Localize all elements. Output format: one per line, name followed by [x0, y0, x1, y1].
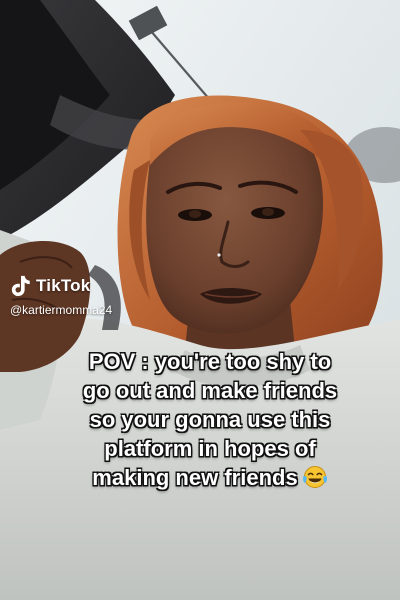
watermark-handle: @kartiermomma24 — [10, 303, 113, 317]
watermark-brand: TikTok — [36, 276, 91, 295]
face-with-tears-of-joy-icon — [302, 466, 327, 488]
tiktok-watermark: TikTok @kartiermomma24 — [10, 274, 112, 317]
caption-line: so your gonna use this — [89, 407, 331, 432]
caption-line-text: making new friends — [92, 465, 298, 490]
caption-overlay: POV : you're too shy to go out and make … — [32, 347, 388, 492]
video-frame: TikTok @kartiermomma24 POV : you're too … — [0, 0, 400, 600]
caption-line: platform in hopes of — [104, 436, 316, 461]
tiktok-note-icon — [11, 275, 30, 297]
caption-line-last: making new friends — [32, 463, 388, 492]
watermark-brand-row: TikTok — [10, 274, 112, 298]
caption-line: go out and make friends — [82, 378, 338, 403]
caption-line: POV : you're too shy to — [88, 349, 332, 374]
